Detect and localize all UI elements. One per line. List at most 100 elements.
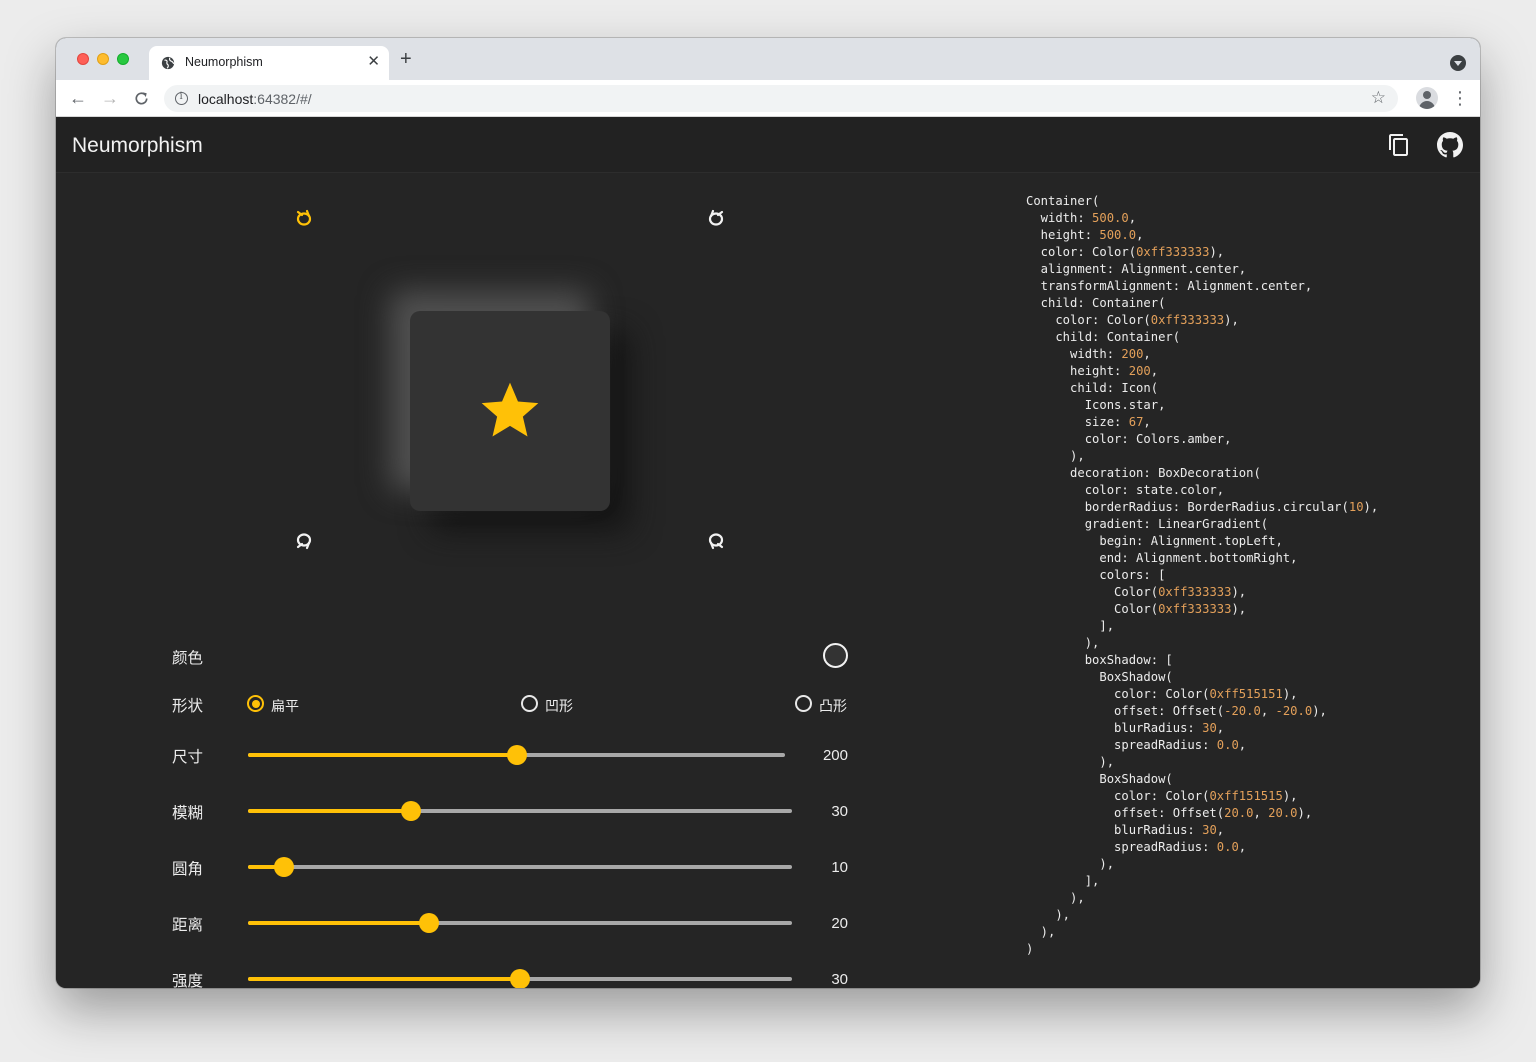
code-text: , <box>1238 738 1247 752</box>
code-line: end: Alignment.bottomRight, <box>1026 550 1466 567</box>
light-top-right-icon[interactable] <box>705 207 727 229</box>
code-number: 0xff333333 <box>1150 313 1225 327</box>
code-text: offset: Offset( <box>1026 704 1225 718</box>
radius-slider[interactable] <box>248 857 792 877</box>
distance-label: 距离 <box>172 917 204 934</box>
distance-value: 20 <box>831 915 848 932</box>
light-bottom-right-icon[interactable] <box>705 530 727 552</box>
light-top-left-icon[interactable] <box>293 207 315 229</box>
profile-avatar-icon[interactable] <box>1416 87 1438 109</box>
code-text: width: <box>1026 211 1093 225</box>
code-line: begin: Alignment.topLeft, <box>1026 533 1466 550</box>
code-text: color: state.color, <box>1026 483 1225 497</box>
url-text: localhost:64382/#/ <box>198 91 312 107</box>
code-line: ), <box>1026 754 1466 771</box>
tab-close-icon[interactable]: ✕ <box>367 54 380 70</box>
code-number: -20.0 <box>1224 704 1261 718</box>
minimize-window-button[interactable] <box>97 53 109 65</box>
code-text: color: Colors.amber, <box>1026 432 1232 446</box>
slider-thumb[interactable] <box>401 801 422 821</box>
color-label: 颜色 <box>172 650 204 667</box>
code-line: child: Icon( <box>1026 380 1466 397</box>
code-line: borderRadius: BorderRadius.circular(10), <box>1026 499 1466 516</box>
slider-thumb[interactable] <box>273 857 294 877</box>
code-text: ), <box>1363 500 1379 514</box>
intensity-label: 强度 <box>172 973 204 988</box>
code-number: 20.0 <box>1268 806 1298 820</box>
site-info-icon[interactable] <box>175 91 188 105</box>
reload-icon[interactable] <box>133 90 150 107</box>
slider-thumb[interactable] <box>506 745 527 765</box>
bookmark-star-icon[interactable]: ☆ <box>1371 88 1386 108</box>
code-number: 0xff333333 <box>1158 585 1232 599</box>
code-line: ), <box>1026 635 1466 652</box>
code-text: transformAlignment: Alignment.center, <box>1026 279 1313 293</box>
generated-code-block[interactable]: Container( width: 500.0, height: 500.0, … <box>1026 193 1466 958</box>
code-line: ), <box>1026 924 1466 941</box>
code-line: spreadRadius: 0.0, <box>1026 839 1466 856</box>
close-window-button[interactable] <box>77 53 89 65</box>
slider-thumb[interactable] <box>419 913 440 933</box>
shape-convex-radio[interactable] <box>795 695 812 712</box>
code-text: , <box>1128 211 1137 225</box>
code-text: ), <box>1282 789 1298 803</box>
code-text: ), <box>1231 602 1247 616</box>
code-text: , <box>1136 228 1144 242</box>
tab-title: Neumorphism <box>185 55 263 69</box>
code-line: Container( <box>1026 193 1466 210</box>
code-text: ), <box>1282 687 1298 701</box>
code-number: 0.0 <box>1216 840 1239 854</box>
code-line: alignment: Alignment.center, <box>1026 261 1466 278</box>
radius-value: 10 <box>831 859 848 876</box>
code-line: child: Container( <box>1026 329 1466 346</box>
code-text: gradient: LinearGradient( <box>1026 517 1269 531</box>
forward-arrow-icon[interactable]: → <box>100 88 120 108</box>
intensity-slider[interactable] <box>248 969 792 988</box>
code-text: Color( <box>1026 602 1159 616</box>
slider-fill <box>248 809 412 813</box>
address-bar[interactable]: localhost:64382/#/ ☆ <box>164 85 1398 112</box>
blur-label: 模糊 <box>172 805 204 822</box>
code-line: width: 500.0, <box>1026 210 1466 227</box>
slider-thumb[interactable] <box>510 969 530 988</box>
code-text: child: Icon( <box>1026 381 1159 395</box>
code-text: width: <box>1026 347 1122 361</box>
browser-tab[interactable]: Neumorphism ✕ <box>149 46 389 80</box>
code-text: Icons.star, <box>1026 398 1166 412</box>
back-arrow-icon[interactable]: ← <box>68 88 88 108</box>
code-text: ), <box>1209 245 1225 259</box>
code-line: Color(0xff333333), <box>1026 601 1466 618</box>
color-picker-button[interactable] <box>823 643 848 668</box>
github-icon[interactable] <box>1437 132 1463 158</box>
browser-menu-icon[interactable]: ⋮ <box>1451 88 1469 108</box>
code-line: color: Color(0xff333333), <box>1026 244 1466 261</box>
shape-flat-label: 扁平 <box>271 698 299 714</box>
shape-concave-radio[interactable] <box>521 695 538 712</box>
code-text: size: <box>1026 415 1129 429</box>
code-line: transformAlignment: Alignment.center, <box>1026 278 1466 295</box>
code-line: offset: Offset(-20.0, -20.0), <box>1026 703 1466 720</box>
light-bottom-left-icon[interactable] <box>293 530 315 552</box>
code-text: , <box>1260 704 1276 718</box>
distance-slider[interactable] <box>248 913 792 933</box>
blur-slider[interactable] <box>248 801 792 821</box>
code-text: blurRadius: <box>1026 823 1203 837</box>
copy-icon[interactable] <box>1387 133 1411 157</box>
star-icon <box>481 382 539 437</box>
code-line: Icons.star, <box>1026 397 1466 414</box>
new-tab-button[interactable]: + <box>400 49 412 69</box>
size-slider[interactable] <box>248 745 785 765</box>
code-text: color: Color( <box>1026 245 1137 259</box>
tab-search-icon[interactable] <box>1450 55 1466 71</box>
code-line: ), <box>1026 890 1466 907</box>
shape-flat-radio[interactable] <box>247 695 264 712</box>
code-line: blurRadius: 30, <box>1026 822 1466 839</box>
code-text: ), <box>1026 636 1100 650</box>
code-line: spreadRadius: 0.0, <box>1026 737 1466 754</box>
code-number: 500.0 <box>1092 211 1129 225</box>
code-text: ), <box>1026 908 1071 922</box>
intensity-value: 30 <box>831 971 848 988</box>
zoom-window-button[interactable] <box>117 53 129 65</box>
code-line: ), <box>1026 907 1466 924</box>
code-text: BoxShadow( <box>1026 670 1173 684</box>
